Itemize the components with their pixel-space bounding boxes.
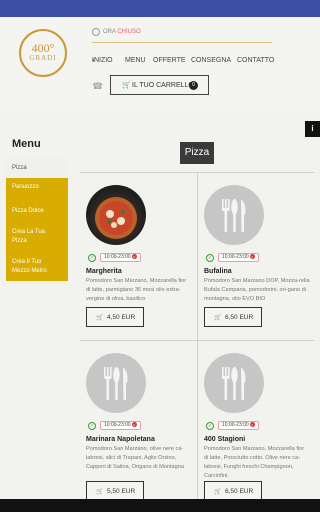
nav-contatto[interactable]: CONTATTO [237,57,274,65]
nav-inizio-label: INIZIO [92,57,113,64]
product-description: Pomodoro San Marzano, olive nere ca-labr… [86,446,184,470]
add-to-cart-button[interactable]: 🛒 6,50 EUR [204,307,262,327]
closed-x-icon: × [249,422,255,427]
time-badge: 10:00-23:00 × [100,253,141,262]
time-badge-text: 10:00-23:00 [104,422,131,428]
navigation-bar [0,499,320,512]
sidebar-title: Menu [12,138,41,150]
cart-icon: 🛒 [122,82,131,89]
time-badge-text: 10:00-23:00 [222,254,249,260]
nav-offerte[interactable]: OFFERTE [153,57,186,65]
brand-logo[interactable]: 400° GRADI [19,29,67,77]
clock-icon [92,28,100,36]
product-description: Pomodoro San Marzano, Mozzarella fior di… [86,278,187,302]
add-to-cart-button[interactable]: 🛒 6,50 EUR [204,481,262,501]
cart-count-badge: 0 [189,81,198,90]
phone-icon[interactable]: ☎ [92,81,103,92]
time-badge-text: 10:00-23:00 [222,422,249,428]
info-icon[interactable]: i [305,121,320,137]
cart-label: IL TUO CARRELLO [132,82,194,89]
closed-x-icon: × [131,254,137,259]
product-card: ✓ 10:00-23:00 × Marinara Napoletana Pomod… [80,341,194,501]
check-circle-icon: ✓ [88,422,96,430]
sidebar-item-panuozzo[interactable]: Panuozzo [6,178,68,201]
check-circle-icon: ✓ [206,254,214,262]
cart-button[interactable]: 🛒 IL TUO CARRELLO 0 [110,75,209,95]
sidebar-gold-group: Panuozzo Pizza Dolce Crea La Tua Pizza C… [6,178,68,281]
price-label: 5,50 EUR [107,488,136,495]
cutlery-icon [222,199,246,232]
category-sidebar: Pizza Panuozzo Pizza Dolce Crea La Tua P… [6,158,68,281]
sidebar-item-pizza-dolce[interactable]: Pizza Dolce [6,201,68,222]
check-circle-icon: ✓ [88,254,96,262]
add-to-cart-button[interactable]: 🛒 5,50 EUR [86,481,144,501]
logo-line-2: GRADI [29,54,57,62]
opening-status-prefix: ORA [103,29,116,35]
product-description: Pomodoro San Marzano, Mozzarella fior di… [204,446,305,479]
price-label: 4,50 EUR [107,314,136,321]
chevron-down-icon: ▾ [92,58,95,64]
product-card: ✓ 10:00-23:00 × Bufalina Pomodoro San Mar… [198,173,312,340]
product-name: 400 Stagioni [204,436,246,443]
product-description: Pomodoro San Marzano DOP, Mozza-rella Bu… [204,278,310,302]
time-badge: 10:00-23:00 × [218,253,259,262]
cart-icon: 🛒 [96,315,104,321]
product-card: ✓ 10:00-23:00 × 400 Stagioni Pomodoro San… [198,341,312,501]
product-name: Marinara Napoletana [86,436,155,443]
sidebar-item-crea-mezzo-metro[interactable]: Crea Il Tuo Mezzo Metro [6,252,62,281]
product-card: ✓ 10:00-23:00 × Margherita Pomodoro San M… [80,173,194,340]
cutlery-icon [104,367,128,400]
check-circle-icon: ✓ [206,422,214,430]
nav-menu[interactable]: MENU [125,57,146,65]
opening-status: ORA CHIUSO [103,28,141,36]
header-divider [92,42,272,43]
opening-status-value: CHIUSO [117,29,141,35]
pizza-photo [95,197,137,239]
time-badge: 10:00-23:00 × [100,421,141,430]
section-title: Pizza [180,142,214,164]
price-label: 6,50 EUR [225,314,254,321]
cart-icon: 🛒 [96,489,104,495]
cart-icon: 🛒 [214,315,222,321]
add-to-cart-button[interactable]: 🛒 4,50 EUR [86,307,144,327]
sidebar-item-crea-pizza[interactable]: Crea La Tua Pizza [6,222,52,252]
nav-consegna[interactable]: CONSEGNA [191,57,231,65]
sidebar-item-pizza[interactable]: Pizza [6,158,68,178]
cutlery-icon [222,367,246,400]
product-name: Margherita [86,268,122,275]
cart-icon: 🛒 [214,489,222,495]
price-label: 6,50 EUR [225,488,254,495]
product-image[interactable] [86,185,146,245]
closed-x-icon: × [249,254,255,259]
product-image[interactable] [204,353,264,413]
product-name: Bufalina [204,268,232,275]
product-image[interactable] [86,353,146,413]
status-bar [0,0,320,17]
closed-x-icon: × [131,422,137,427]
product-image[interactable] [204,185,264,245]
logo-line-1: 400° [31,41,55,55]
time-badge: 10:00-23:00 × [218,421,259,430]
time-badge-text: 10:00-23:00 [104,254,131,260]
